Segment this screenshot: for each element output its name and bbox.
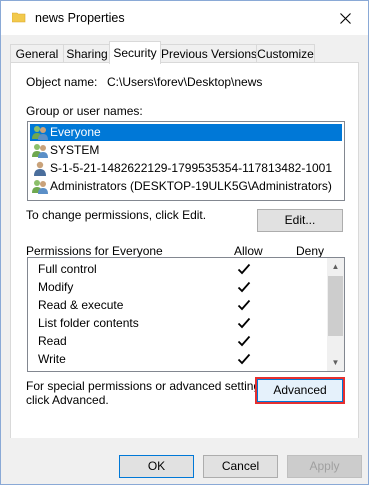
permission-row: Full control [28,260,328,278]
tab-previous-versions[interactable]: Previous Versions [160,44,257,63]
check-icon [237,335,251,347]
special-permissions-text-2: click Advanced. [26,393,109,407]
users-icon [32,180,48,194]
check-icon [237,317,251,329]
change-permissions-text: To change permissions, click Edit. [26,208,207,222]
advanced-button[interactable]: Advanced [257,379,343,402]
check-icon [237,281,251,293]
permission-row: Read & execute [28,296,328,314]
permission-row: Write [28,350,328,368]
folder-icon [12,12,26,23]
permission-name: Read & execute [38,298,124,312]
user-name: Everyone [50,125,101,139]
close-button[interactable] [322,1,368,35]
user-icon [34,161,46,176]
group-names-label: Group or user names: [26,104,143,118]
permission-row: Modify [28,278,328,296]
tab-customize[interactable]: Customize [256,44,315,63]
apply-button[interactable]: Apply [287,455,362,478]
scroll-thumb[interactable] [328,276,343,336]
scrollbar[interactable]: ▲ ▼ [327,258,344,371]
window-title: news Properties [35,11,125,25]
object-name-value: C:\Users\forev\Desktop\news [107,75,263,89]
permissions-header: Permissions for Everyone [26,244,163,258]
tab-general[interactable]: General [10,44,64,63]
permission-name: Write [38,352,66,366]
user-name: SYSTEM [50,143,100,157]
check-icon [237,299,251,311]
permission-row: Read [28,332,328,350]
properties-dialog: news Properties General Sharing Security… [0,0,369,485]
tab-sharing[interactable]: Sharing [63,44,111,63]
deny-column-header: Deny [296,244,325,258]
users-icon [32,126,48,140]
list-item-system[interactable]: SYSTEM [30,142,342,159]
close-icon [339,12,351,24]
list-item-everyone[interactable]: Everyone [30,124,342,141]
scroll-up-icon[interactable]: ▲ [327,258,344,275]
permission-name: List folder contents [38,316,139,330]
user-name: Administrators (DESKTOP-19ULK5G\Administ… [50,179,332,193]
permission-name: Modify [38,280,74,294]
scroll-down-icon[interactable]: ▼ [327,354,344,371]
special-permissions-text: For special permissions or advanced sett… [26,379,270,393]
permission-row: List folder contents [28,314,328,332]
cancel-button[interactable]: Cancel [203,455,278,478]
ok-button[interactable]: OK [119,455,194,478]
object-name-label: Object name: [26,75,98,89]
permissions-list: Write Read List folder contents Read & exec… [27,257,345,372]
list-item-administrators[interactable]: Administrators (DESKTOP-19ULK5G\Administ… [30,178,342,195]
permission-name: Read [38,334,67,348]
group-user-list: Everyone SYSTEM S-1-5-21-1482622129-1799… [27,121,345,201]
edit-button[interactable]: Edit... [257,209,343,232]
tab-security[interactable]: Security [109,41,161,64]
title-bar: news Properties [1,1,368,35]
dialog-footer: OK Cancel Apply [1,438,368,484]
user-name: S-1-5-21-1482622129-1799535354-117813482… [50,161,333,175]
check-icon [237,263,251,275]
security-panel: Object name: C:\Users\forev\Desktop\news… [10,62,359,440]
users-icon [32,144,48,158]
permission-name: Full control [38,262,97,276]
check-icon [237,353,251,365]
list-item-sid[interactable]: S-1-5-21-1482622129-1799535354-117813482… [30,160,342,177]
allow-column-header: Allow [234,244,263,258]
